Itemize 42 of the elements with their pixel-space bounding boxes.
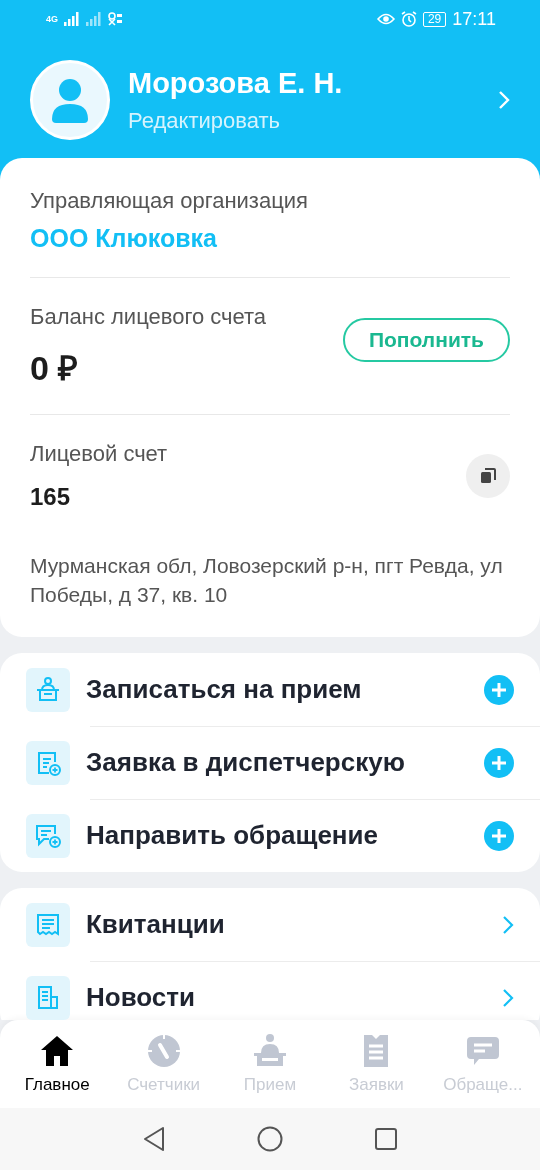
menu-item[interactable]: Квитанции	[86, 909, 486, 940]
user-name: Морозова Е. Н.	[128, 66, 344, 100]
document-icon	[26, 975, 70, 1020]
copy-icon	[480, 468, 496, 484]
network-type: 4G	[46, 14, 58, 24]
plus-icon[interactable]	[484, 674, 514, 705]
clipboard-plus-icon	[26, 740, 70, 785]
reception-desk-icon	[252, 1033, 288, 1069]
org-label: Управляющая организация	[30, 188, 309, 214]
signal-icon	[64, 12, 80, 26]
address-text: Мурманская обл, Ловозерский р-н, пгт Ревда, ул Победы, д 37, кв. 10	[30, 553, 504, 608]
plus-icon[interactable]	[484, 820, 514, 851]
org-link[interactable]: ООО Клюковка	[30, 224, 217, 253]
copy-button[interactable]	[466, 454, 510, 498]
balance-label: Баланс лицевого счета	[30, 304, 267, 330]
back-icon[interactable]	[143, 1126, 165, 1152]
eye-icon	[376, 12, 395, 26]
reception-desk-icon	[26, 667, 70, 712]
nav-tab[interactable]: Главное	[4, 1033, 111, 1095]
app-icon	[108, 12, 122, 26]
top-up-button[interactable]: Пополнить	[342, 318, 510, 362]
action-item[interactable]: Направить обращение	[86, 820, 468, 851]
chevron-right-icon[interactable]	[502, 914, 514, 935]
home-button-icon[interactable]	[257, 1126, 283, 1152]
signal-icon	[86, 12, 102, 26]
gauge-icon	[145, 1033, 182, 1069]
clock-time: 17:11	[452, 8, 496, 30]
action-item[interactable]: Записаться на прием	[86, 674, 468, 705]
chevron-right-icon[interactable]	[502, 987, 514, 1008]
plus-icon[interactable]	[484, 747, 514, 778]
chat-plus-icon	[26, 813, 70, 858]
account-label: Лицевой счет	[30, 441, 168, 467]
recent-apps-icon[interactable]	[375, 1128, 397, 1150]
user-icon	[50, 77, 90, 123]
battery-level: 29	[422, 11, 447, 27]
receipt-icon	[26, 902, 70, 947]
action-item[interactable]: Заявка в диспетчерскую	[86, 747, 468, 778]
menu-item[interactable]: Новости	[86, 982, 486, 1013]
alarm-icon	[400, 11, 417, 27]
account-number: 165	[30, 483, 72, 511]
balance-value: 0 ₽	[30, 348, 80, 389]
edit-profile-link[interactable]: Редактировать	[128, 107, 280, 134]
